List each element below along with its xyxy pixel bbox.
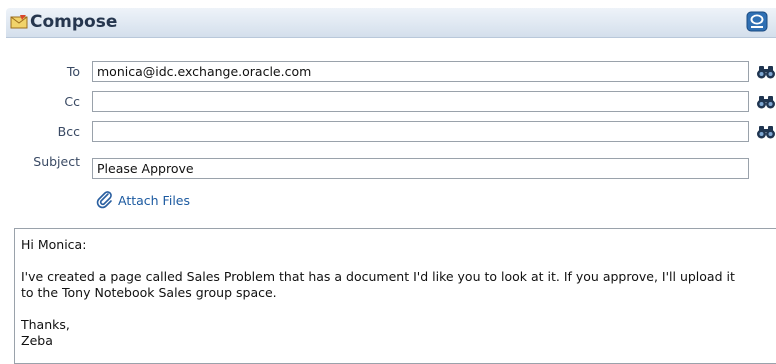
message-body[interactable]: Hi Monica: I've created a page called Sa…	[14, 228, 776, 364]
message-line: Thanks,	[21, 317, 70, 332]
subject-label: Subject	[33, 154, 80, 169]
compose-window: Compose To monica@idc.exchange.oracle.co…	[6, 8, 776, 364]
address-book-binoculars-icon[interactable]	[756, 124, 776, 140]
message-line	[21, 253, 776, 269]
compose-header: Compose	[6, 8, 776, 38]
bcc-field[interactable]	[92, 121, 749, 142]
to-label: To	[66, 64, 80, 79]
message-line: Zeba	[21, 333, 53, 348]
maximize-icon[interactable]	[746, 11, 768, 32]
page-title: Compose	[30, 12, 118, 32]
message-line: I've created a page called Sales Problem…	[21, 269, 735, 284]
cc-field[interactable]	[92, 91, 749, 112]
subject-field[interactable]: Please Approve	[92, 158, 749, 179]
attach-files-label: Attach Files	[118, 192, 190, 208]
attach-files-link[interactable]: Attach Files	[96, 190, 190, 210]
message-line: Hi Monica:	[21, 237, 87, 252]
message-line: to the Tony Notebook Sales group space.	[21, 285, 277, 300]
cc-label: Cc	[64, 94, 80, 109]
address-book-binoculars-icon[interactable]	[756, 94, 776, 110]
paperclip-icon	[96, 191, 112, 209]
to-field[interactable]: monica@idc.exchange.oracle.com	[92, 61, 749, 82]
message-line	[21, 301, 776, 317]
bcc-label: Bcc	[57, 124, 80, 139]
compose-envelope-icon	[10, 15, 28, 29]
address-book-binoculars-icon[interactable]	[756, 64, 776, 80]
